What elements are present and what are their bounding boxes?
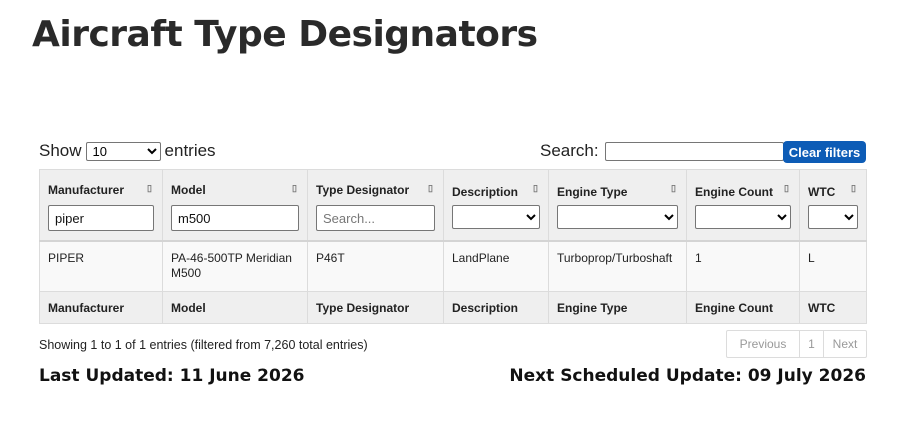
sort-icon[interactable]: ▯ (533, 184, 538, 193)
column-label: Manufacturer (48, 183, 125, 197)
wtc-filter-select[interactable] (808, 205, 858, 229)
column-label: Type Designator (316, 183, 410, 197)
clear-filters-button[interactable]: Clear filters (783, 141, 866, 163)
global-search-control: Search: (540, 141, 784, 161)
last-updated-text: Last Updated: 11 June 2026 (39, 366, 305, 386)
column-header-model[interactable]: Model ▯ (162, 169, 308, 242)
page-length-control: Show 10 entries (39, 141, 216, 161)
show-label: Show (39, 141, 82, 160)
cell-model: PA-46-500TP Meridian M500 (162, 240, 308, 292)
header-row: Manufacturer ▯ Model ▯ Type Designator ▯… (39, 169, 867, 242)
footer-column-label: Engine Count (686, 291, 800, 324)
column-header-wtc[interactable]: WTC ▯ (799, 169, 867, 242)
page-length-select[interactable]: 10 (85, 141, 161, 161)
engine-count-filter-select[interactable] (695, 205, 791, 229)
column-label: Description (452, 185, 519, 199)
cell-engine-count: 1 (686, 240, 800, 292)
column-label: Engine Count (695, 185, 773, 199)
table-info: Showing 1 to 1 of 1 entries (filtered fr… (39, 338, 368, 352)
previous-page-button[interactable]: Previous (727, 331, 800, 357)
column-label: Engine Type (557, 185, 628, 199)
footer-header-row: Manufacturer Model Type Designator Descr… (39, 291, 867, 324)
cell-engine-type: Turboprop/Turboshaft (548, 240, 687, 292)
entries-label: entries (164, 141, 216, 160)
sort-icon[interactable]: ▯ (292, 184, 297, 193)
page-title: Aircraft Type Designators (32, 14, 538, 55)
column-header-manufacturer[interactable]: Manufacturer ▯ (39, 169, 163, 242)
cell-type-designator: P46T (307, 240, 444, 292)
search-label: Search: (540, 141, 599, 160)
sort-icon[interactable]: ▯ (784, 184, 789, 193)
page-1-button[interactable]: 1 (800, 331, 824, 357)
column-header-description[interactable]: Description ▯ (443, 169, 549, 242)
column-header-engine-count[interactable]: Engine Count ▯ (686, 169, 800, 242)
sort-icon[interactable]: ▯ (851, 184, 856, 193)
next-update-text: Next Scheduled Update: 09 July 2026 (509, 366, 866, 386)
description-filter-select[interactable] (452, 205, 540, 229)
cell-manufacturer: PIPER (39, 240, 163, 292)
sort-icon[interactable]: ▯ (428, 184, 433, 193)
next-page-button[interactable]: Next (824, 331, 866, 357)
model-filter-input[interactable] (171, 205, 299, 231)
engine-type-filter-select[interactable] (557, 205, 678, 229)
global-search-input[interactable] (604, 141, 784, 161)
sort-icon[interactable]: ▯ (671, 184, 676, 193)
footer-column-label: Description (443, 291, 549, 324)
column-header-type-designator[interactable]: Type Designator ▯ (307, 169, 444, 242)
footer-column-label: WTC (799, 291, 867, 324)
column-label: Model (171, 183, 206, 197)
manufacturer-filter-input[interactable] (48, 205, 154, 231)
type-designator-filter-input[interactable] (316, 205, 435, 231)
footer-column-label: Model (162, 291, 308, 324)
footer-column-label: Type Designator (307, 291, 444, 324)
column-header-engine-type[interactable]: Engine Type ▯ (548, 169, 687, 242)
pagination: Previous 1 Next (726, 330, 867, 358)
footer-column-label: Manufacturer (39, 291, 163, 324)
cell-description: LandPlane (443, 240, 549, 292)
cell-wtc: L (799, 240, 867, 292)
table-row: PIPER PA-46-500TP Meridian M500 P46T Lan… (39, 240, 867, 292)
aircraft-table: Manufacturer ▯ Model ▯ Type Designator ▯… (39, 169, 867, 324)
footer-column-label: Engine Type (548, 291, 687, 324)
sort-icon[interactable]: ▯ (147, 184, 152, 193)
